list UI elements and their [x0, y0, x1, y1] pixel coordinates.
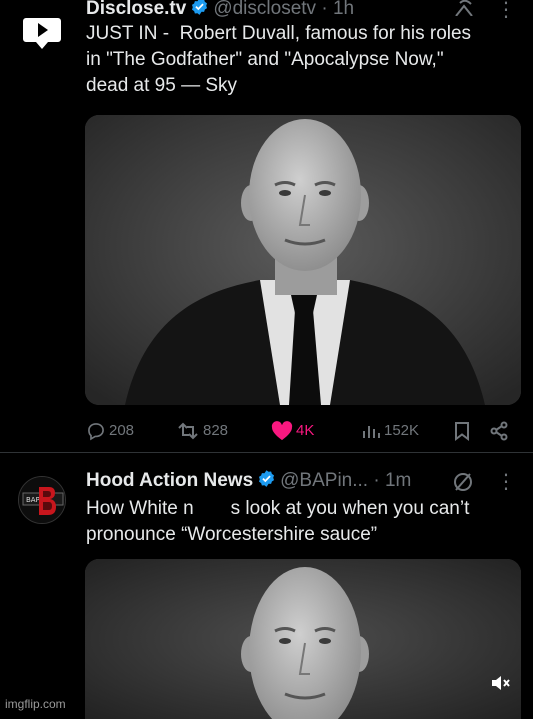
- share-button[interactable]: [489, 417, 509, 445]
- views-button[interactable]: 152K: [361, 417, 419, 445]
- avatar[interactable]: [18, 8, 66, 56]
- verified-badge-icon: [257, 469, 276, 495]
- tweet-text: How White n s look at you when you can’t…: [86, 498, 470, 545]
- tweet-header: Disclose.tv @disclosetv · 1h: [86, 0, 354, 21]
- tweet-header: Hood Action News @BAPin... · 1m: [86, 469, 411, 493]
- avatar[interactable]: BAP: [18, 476, 66, 524]
- reply-icon: [88, 423, 104, 441]
- share-icon: [490, 421, 508, 441]
- tweet-image[interactable]: [85, 559, 521, 719]
- tweet-image[interactable]: [85, 115, 521, 405]
- mute-icon[interactable]: [489, 672, 511, 694]
- separator: ·: [373, 470, 380, 491]
- timestamp[interactable]: 1h: [333, 0, 354, 19]
- repost-button[interactable]: 828: [176, 417, 228, 445]
- portrait-photo: [85, 115, 521, 405]
- author-name[interactable]: Disclose.tv: [86, 0, 186, 19]
- tweet-text: JUST IN - Robert Duvall, famous for his …: [86, 23, 472, 96]
- play-badge-icon: [18, 8, 66, 56]
- author-name[interactable]: Hood Action News: [86, 470, 253, 491]
- timestamp[interactable]: 1m: [385, 470, 411, 491]
- reply-count: 208: [109, 422, 135, 439]
- hood-action-news-logo: BAP: [19, 477, 65, 523]
- tweet-disclose[interactable]: Disclose.tv @disclosetv · 1h ⋮ JUST IN - …: [0, 0, 533, 455]
- like-count: 4K: [296, 422, 315, 439]
- tweet-hood-action-news[interactable]: BAP Hood Action News @BAPin... · 1m ⋮ How…: [0, 460, 533, 719]
- portrait-photo: [85, 559, 521, 719]
- svg-text:BAP: BAP: [26, 496, 40, 504]
- reply-button[interactable]: 208: [86, 417, 134, 445]
- bookmark-button[interactable]: [453, 417, 471, 445]
- repost-icon: [178, 422, 198, 440]
- grok-icon[interactable]: [452, 0, 478, 16]
- bookmark-icon: [455, 422, 469, 441]
- heart-icon: [271, 421, 293, 441]
- grok-icon[interactable]: [452, 471, 474, 493]
- separator: ·: [321, 0, 328, 19]
- author-handle[interactable]: @disclosetv: [213, 0, 316, 19]
- more-options-icon[interactable]: ⋮: [496, 472, 516, 492]
- repost-count: 828: [203, 422, 229, 439]
- views-count: 152K: [384, 422, 420, 439]
- author-handle[interactable]: @BAPin...: [280, 470, 368, 491]
- views-icon: [363, 426, 380, 438]
- tweet-actions: 208 828 4K 152K: [86, 417, 526, 445]
- watermark: imgflip.com: [5, 697, 66, 711]
- more-options-icon[interactable]: ⋮: [496, 0, 516, 20]
- like-button[interactable]: 4K: [271, 417, 314, 445]
- verified-badge-icon: [190, 0, 209, 23]
- tweet-divider: [0, 452, 533, 453]
